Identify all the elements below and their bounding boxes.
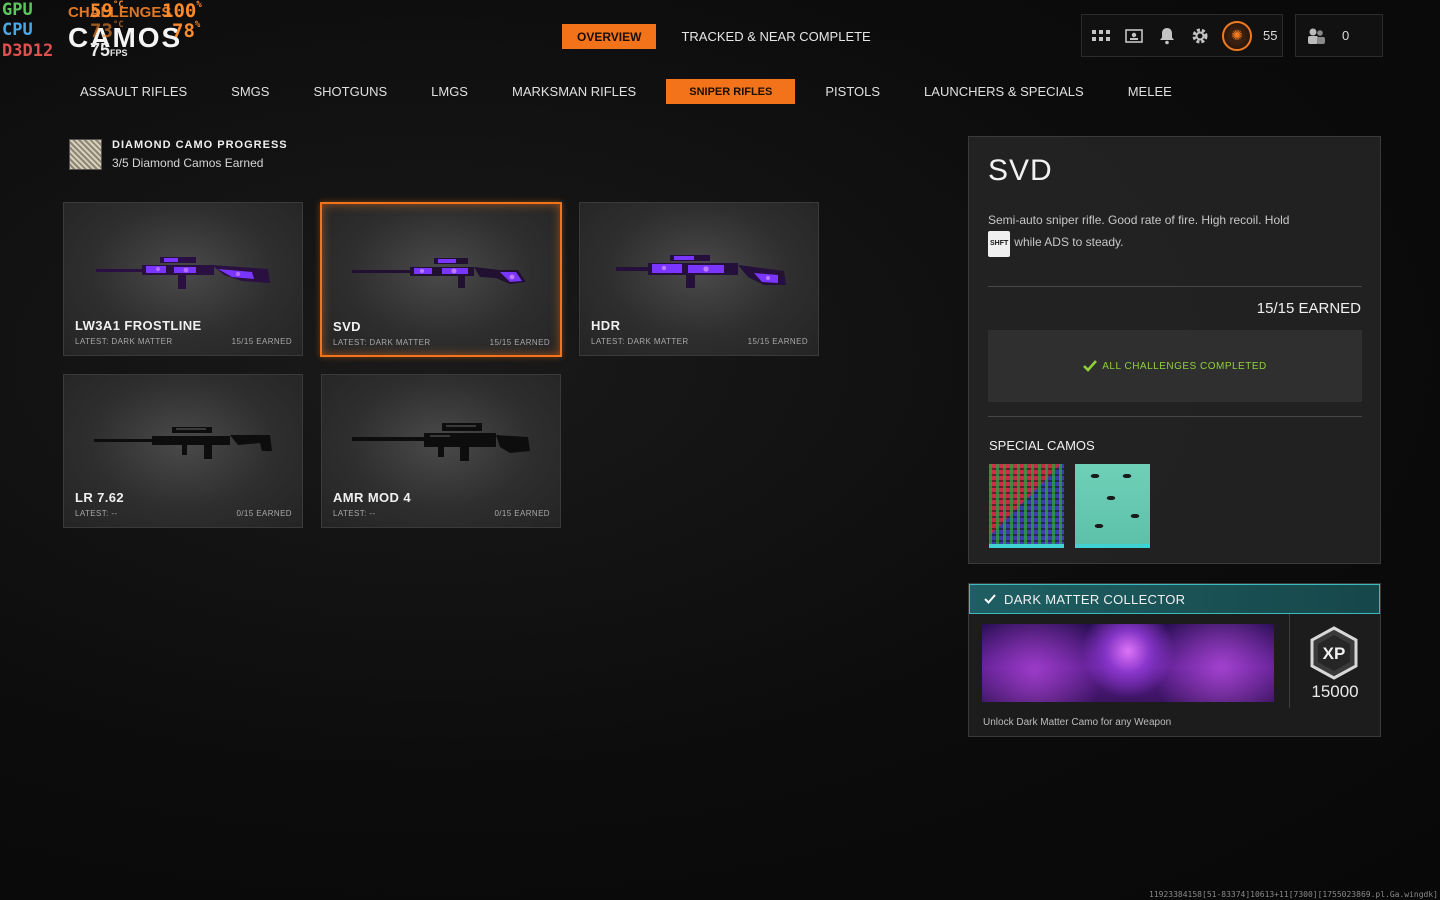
divider bbox=[1289, 614, 1290, 708]
gear-icon[interactable] bbox=[1189, 25, 1211, 47]
grid-icon[interactable] bbox=[1090, 25, 1112, 47]
api-label: D3D12 bbox=[2, 41, 54, 61]
weapon-name: HDR bbox=[591, 318, 621, 333]
cpu-label: CPU bbox=[2, 20, 33, 40]
tab-shotguns[interactable]: SHOTGUNS bbox=[299, 79, 401, 104]
weapon-detail-panel: SVD Semi-auto sniper rifle. Good rate of… bbox=[968, 136, 1381, 564]
gpu-label: GPU bbox=[2, 0, 33, 20]
reward-panel: DARK MATTER COLLECTOR XP 15000 Unlock Da… bbox=[968, 583, 1381, 737]
weapon-card-lw3a1-frostline[interactable]: LW3A1 FROSTLINE LATEST: DARK MATTER 15/1… bbox=[63, 202, 303, 356]
weapon-earned-count: 0/15 EARNED bbox=[494, 509, 550, 518]
detail-earned-count: 15/15 EARNED bbox=[1256, 300, 1361, 317]
cpu-load: 78 bbox=[172, 20, 195, 42]
diamond-camo-progress: DIAMOND CAMO PROGRESS 3/5 Diamond Camos … bbox=[69, 139, 288, 170]
gpu-temp-unit: °C bbox=[112, 0, 124, 10]
top-tabs: OVERVIEW TRACKED & NEAR COMPLETE bbox=[562, 24, 886, 49]
weapon-name: AMR MOD 4 bbox=[333, 490, 411, 505]
tab-pistols[interactable]: PISTOLS bbox=[811, 79, 894, 104]
gpu-temp: 59 bbox=[90, 0, 113, 22]
build-id: 11923384158[51-83374]10613+11[7300][1755… bbox=[1149, 890, 1438, 899]
detail-desc-text: Semi-auto sniper rifle. Good rate of fir… bbox=[988, 213, 1290, 227]
detail-weapon-name: SVD bbox=[988, 154, 1053, 187]
weapon-name: SVD bbox=[333, 319, 361, 334]
gpu-load: 100 bbox=[162, 0, 197, 22]
reward-description: Unlock Dark Matter Camo for any Weapon bbox=[983, 717, 1172, 728]
cpu-temp-unit: °C bbox=[112, 20, 124, 30]
weapon-latest-camo: LATEST: DARK MATTER bbox=[333, 338, 431, 347]
divider bbox=[988, 416, 1362, 417]
tab-melee[interactable]: MELEE bbox=[1114, 79, 1186, 104]
diamond-progress-count: 3/5 Diamond Camos Earned bbox=[112, 156, 264, 170]
weapon-category-tabs: ASSAULT RIFLES SMGS SHOTGUNS LMGS MARKSM… bbox=[66, 79, 1202, 104]
diamond-progress-title: DIAMOND CAMO PROGRESS bbox=[112, 139, 288, 151]
weapon-card-lr-762[interactable]: LR 7.62 LATEST: -- 0/15 EARNED bbox=[63, 374, 303, 528]
tab-overview[interactable]: OVERVIEW bbox=[562, 24, 657, 49]
special-camo-2[interactable] bbox=[1075, 464, 1150, 548]
cpu-load-unit: % bbox=[194, 20, 201, 30]
fps-value: 75 bbox=[90, 40, 111, 60]
id-card-icon[interactable] bbox=[1123, 25, 1145, 47]
detail-desc-text-2: while ADS to steady. bbox=[1014, 235, 1124, 249]
detail-weapon-description: Semi-auto sniper rifle. Good rate of fir… bbox=[988, 209, 1363, 257]
tab-launchers-specials[interactable]: LAUNCHERS & SPECIALS bbox=[910, 79, 1098, 104]
weapon-earned-count: 0/15 EARNED bbox=[236, 509, 292, 518]
player-level: 55 bbox=[1263, 28, 1278, 43]
performance-overlay: GPU CPU D3D12 CHALLENGES CAMOS 59°C 100%… bbox=[0, 0, 215, 62]
checkmark-icon bbox=[984, 594, 996, 604]
weapon-name: LW3A1 FROSTLINE bbox=[75, 318, 202, 333]
tab-marksman-rifles[interactable]: MARKSMAN RIFLES bbox=[498, 79, 650, 104]
emblem-icon[interactable]: ✺ bbox=[1222, 20, 1252, 51]
hud-bar: ✺ 55 bbox=[1081, 14, 1283, 57]
gpu-load-unit: % bbox=[196, 0, 202, 10]
xp-amount: 15000 bbox=[1311, 682, 1359, 701]
weapon-earned-count: 15/15 EARNED bbox=[231, 337, 292, 346]
xp-badge-icon: XP bbox=[1310, 626, 1358, 680]
checkmark-icon bbox=[1083, 360, 1098, 372]
party-widget[interactable]: 0 bbox=[1295, 14, 1383, 57]
weapon-card-amr-mod-4[interactable]: AMR MOD 4 LATEST: -- 0/15 EARNED bbox=[321, 374, 561, 528]
tab-tracked[interactable]: TRACKED & NEAR COMPLETE bbox=[666, 24, 885, 49]
weapon-latest-camo: LATEST: DARK MATTER bbox=[591, 337, 689, 346]
tab-assault-rifles[interactable]: ASSAULT RIFLES bbox=[66, 79, 201, 104]
tab-smgs[interactable]: SMGS bbox=[217, 79, 283, 104]
camo-complete-bar bbox=[1075, 544, 1150, 548]
weapon-card-svd[interactable]: SVD LATEST: DARK MATTER 15/15 EARNED bbox=[320, 202, 562, 357]
fps-unit: FPS bbox=[110, 48, 128, 58]
weapon-name: LR 7.62 bbox=[75, 490, 125, 505]
shift-key-icon: SHFT bbox=[988, 231, 1011, 257]
challenges-complete-box: ALL CHALLENGES COMPLETED bbox=[988, 330, 1362, 402]
divider bbox=[988, 286, 1362, 287]
weapon-earned-count: 15/15 EARNED bbox=[489, 338, 550, 347]
sniper-rifle-icon bbox=[352, 423, 530, 461]
dark-matter-camo-preview bbox=[982, 624, 1274, 702]
cpu-temp: 73 bbox=[90, 20, 113, 42]
weapon-latest-camo: LATEST: -- bbox=[333, 509, 376, 518]
weapon-card-hdr[interactable]: HDR LATEST: DARK MATTER 15/15 EARNED bbox=[579, 202, 819, 356]
diamond-camo-thumbnail bbox=[69, 139, 102, 170]
camo-complete-bar bbox=[989, 544, 1064, 548]
special-camos-title: SPECIAL CAMOS bbox=[989, 438, 1095, 453]
fps-counter: 75FPS bbox=[90, 40, 128, 61]
weapon-latest-camo: LATEST: DARK MATTER bbox=[75, 337, 173, 346]
challenges-complete-label: ALL CHALLENGES COMPLETED bbox=[1102, 360, 1267, 372]
party-icon bbox=[1308, 28, 1325, 44]
xp-label: XP bbox=[1323, 644, 1346, 663]
bell-icon[interactable] bbox=[1156, 25, 1178, 47]
weapon-earned-count: 15/15 EARNED bbox=[747, 337, 808, 346]
sniper-rifle-icon bbox=[96, 257, 270, 289]
weapon-latest-camo: LATEST: -- bbox=[75, 509, 118, 518]
reward-header: DARK MATTER COLLECTOR bbox=[969, 584, 1380, 614]
reward-title: DARK MATTER COLLECTOR bbox=[1004, 591, 1186, 607]
sniper-rifle-icon bbox=[352, 258, 526, 288]
sniper-rifle-icon bbox=[94, 427, 272, 459]
tab-sniper-rifles[interactable]: SNIPER RIFLES bbox=[666, 79, 796, 104]
party-count: 0 bbox=[1342, 28, 1350, 43]
special-camo-1[interactable] bbox=[989, 464, 1064, 548]
tab-lmgs[interactable]: LMGS bbox=[417, 79, 482, 104]
sniper-rifle-icon bbox=[616, 255, 786, 288]
